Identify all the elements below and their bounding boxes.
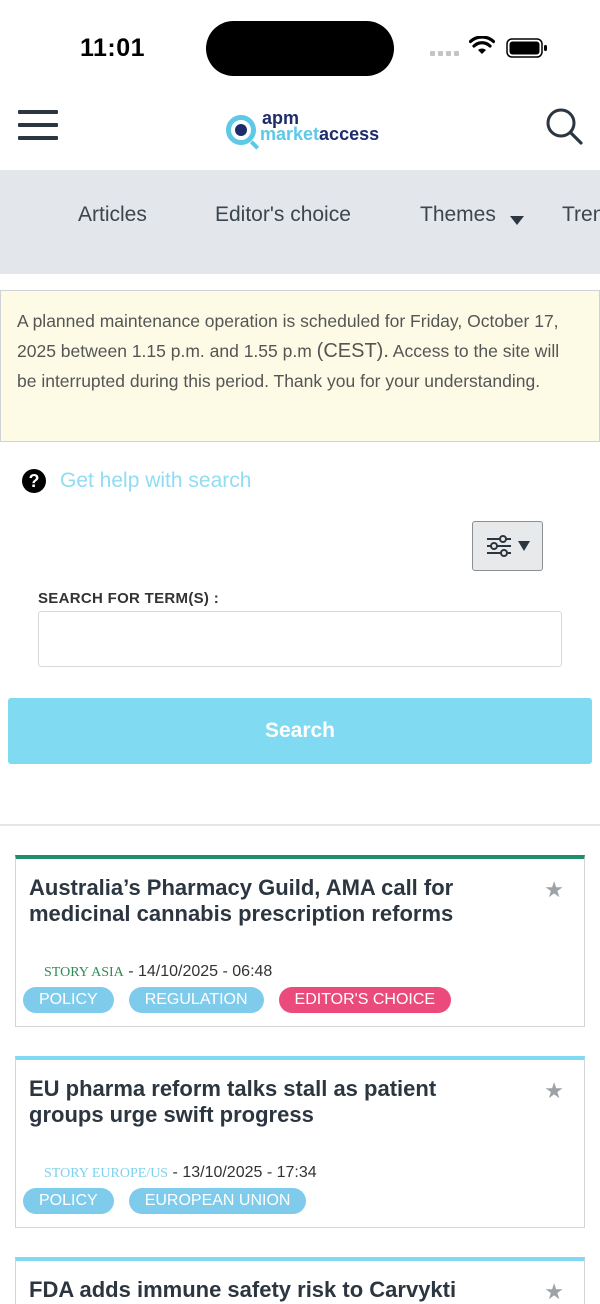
search-icon[interactable] [544,106,584,146]
tag-list: POLICY EUROPEAN UNION [23,1188,307,1214]
section-divider [0,824,600,826]
tag-policy[interactable]: POLICY [23,1188,114,1214]
wifi-icon [469,36,495,54]
get-help-link[interactable]: Get help with search [60,469,251,493]
sliders-icon [486,535,511,557]
star-icon[interactable]: ★ [544,1078,564,1104]
search-input[interactable] [38,611,562,667]
apm-market-access-logo[interactable]: apm marketaccess [226,107,396,147]
story-region[interactable]: STORY EUROPE/US [44,1166,168,1181]
search-button[interactable]: Search [8,698,592,764]
battery-icon [506,38,547,58]
status-time: 11:01 [80,34,146,62]
tab-editors-choice[interactable]: Editor's choice [215,203,351,227]
cellular-signal-icon [430,51,459,56]
article-card[interactable]: EU pharma reform talks stall as patient … [15,1056,585,1228]
article-title[interactable]: FDA adds immune safety risk to Carvykti [29,1277,509,1303]
tag-european-union[interactable]: EUROPEAN UNION [128,1188,307,1214]
article-date: - 13/10/2025 - 17:34 [172,1164,317,1181]
article-meta: STORY EUROPE/US - 13/10/2025 - 17:34 [44,1164,317,1182]
status-bar: 11:01 [0,0,600,96]
tag-policy[interactable]: POLICY [23,987,114,1013]
chevron-down-icon [509,216,524,225]
question-circle-icon: ? [22,469,46,493]
dynamic-island [206,21,394,76]
logo-market-access-text: marketaccess [260,124,380,144]
star-icon[interactable]: ★ [544,1279,564,1304]
menu-icon[interactable] [18,110,58,144]
tab-trending[interactable]: Trending [562,203,600,227]
story-region[interactable]: STORY ASIA [44,965,124,980]
article-date: - 14/10/2025 - 06:48 [128,963,273,980]
notice-text: A planned maintenance operation is sched… [17,311,560,391]
filter-options-button[interactable] [472,521,543,571]
site-header: apm marketaccess [0,96,600,170]
article-card[interactable]: FDA adds immune safety risk to Carvykti … [15,1257,585,1304]
tag-editors-choice[interactable]: EDITOR'S CHOICE [278,987,452,1013]
caret-down-icon [517,541,530,551]
tag-regulation[interactable]: REGULATION [128,987,264,1013]
section-nav: Articles Editor's choice Themes Trending [0,170,600,274]
article-meta: STORY ASIA - 14/10/2025 - 06:48 [44,963,272,981]
star-icon[interactable]: ★ [544,877,564,903]
search-term-label: SEARCH FOR TERM(S) : [38,590,219,607]
article-card[interactable]: Australia’s Pharmacy Guild, AMA call for… [15,855,585,1027]
article-title[interactable]: Australia’s Pharmacy Guild, AMA call for… [29,875,509,927]
tab-themes[interactable]: Themes [420,203,524,227]
logo-mark-icon [226,115,256,145]
maintenance-notice: A planned maintenance operation is sched… [0,290,600,442]
tab-articles[interactable]: Articles [78,203,147,227]
search-help[interactable]: ? Get help with search [22,464,251,498]
tab-themes-label: Themes [420,203,496,226]
tag-list: POLICY REGULATION EDITOR'S CHOICE [23,987,452,1013]
article-title[interactable]: EU pharma reform talks stall as patient … [29,1076,509,1128]
